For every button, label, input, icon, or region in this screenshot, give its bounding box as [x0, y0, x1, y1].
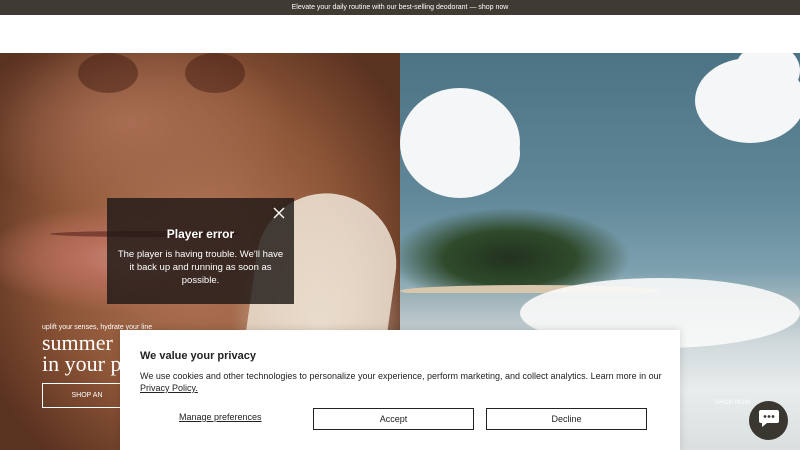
cookie-title: We value your privacy — [140, 350, 256, 362]
cookie-body: We use cookies and other technologies to… — [140, 371, 662, 381]
player-error-dialog: Player error The player is having troubl… — [107, 198, 294, 304]
accept-button[interactable]: Accept — [313, 408, 474, 430]
announcement-text[interactable]: Elevate your daily routine with our best… — [292, 4, 509, 11]
hero-title: summer in your p — [42, 330, 122, 376]
palm-trees — [400, 203, 630, 288]
cookie-text: We use cookies and other technologies to… — [140, 370, 665, 394]
cookie-banner: We value your privacy We use cookies and… — [120, 330, 680, 450]
chat-button[interactable] — [749, 401, 788, 440]
nose-shadow-left — [78, 53, 138, 93]
player-error-message: The player is having trouble. We'll have… — [117, 249, 284, 286]
privacy-policy-link[interactable]: Privacy Policy. — [140, 383, 198, 393]
site-header — [0, 15, 800, 53]
close-icon[interactable] — [272, 206, 286, 220]
manage-preferences-link[interactable]: Manage preferences — [179, 412, 262, 422]
announcement-bar[interactable]: Elevate your daily routine with our best… — [0, 0, 800, 15]
hero-title-line1: summer — [42, 330, 113, 355]
player-error-title: Player error — [166, 227, 235, 241]
nose-shadow-right — [185, 53, 245, 93]
chat-icon — [758, 408, 780, 433]
hero-title-line2: in your p — [42, 351, 122, 376]
hero-shop-button[interactable]: SHOP AN — [42, 383, 132, 408]
cloud — [460, 123, 520, 183]
decline-button[interactable]: Decline — [486, 408, 647, 430]
hero-right-shop-now[interactable]: SHOP NOW — [715, 400, 751, 406]
